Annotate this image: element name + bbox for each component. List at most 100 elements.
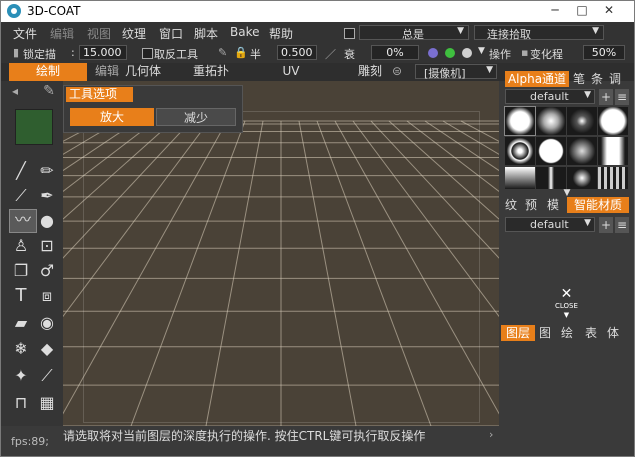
operation-label[interactable]: 操作: [489, 46, 511, 62]
layer-dropdown[interactable]: 总是 ▼: [359, 25, 469, 41]
tab-uv[interactable]: UV: [273, 63, 309, 81]
tab-texture[interactable]: 纹: [503, 197, 519, 213]
menu-help[interactable]: 帮助: [269, 25, 293, 42]
maximize-button[interactable]: □: [571, 3, 593, 19]
alpha-brush-thumbnail[interactable]: [505, 137, 535, 165]
chevron-down-icon[interactable]: ▼: [478, 46, 485, 56]
variation-value-input[interactable]: 50%: [583, 45, 625, 60]
close-button[interactable]: ✕: [598, 3, 620, 19]
chevron-down-icon: ▼: [584, 90, 591, 100]
eraser-tool-icon[interactable]: ▰: [11, 313, 31, 333]
gloss-sphere-icon[interactable]: [462, 48, 472, 58]
collapse-left-icon[interactable]: ◂: [5, 81, 25, 101]
camera-dropdown[interactable]: [摄像机] ▼: [415, 64, 497, 80]
alpha-preset-dropdown[interactable]: default ▼: [505, 89, 595, 104]
menu-script[interactable]: 脚本: [194, 25, 218, 42]
alpha-brush-thumbnail[interactable]: [505, 167, 535, 189]
close-label: CLOSE: [555, 302, 578, 310]
eye-icon[interactable]: ◉: [37, 313, 57, 333]
tab-sculpt[interactable]: 雕刻: [353, 63, 387, 81]
menu-texture[interactable]: 纹理: [122, 25, 146, 42]
tab-alpha[interactable]: Alpha通道: [505, 71, 569, 87]
alpha-brush-thumbnail[interactable]: [536, 107, 566, 135]
menu-edit[interactable]: 编辑: [50, 25, 74, 42]
color-sphere-icon[interactable]: [445, 48, 455, 58]
material-sphere-icon[interactable]: [428, 48, 438, 58]
render-icon[interactable]: ⊜: [389, 63, 405, 81]
tab-layers[interactable]: 图层: [501, 325, 535, 341]
scroll-right-icon[interactable]: ›: [489, 428, 493, 441]
tab-stroke[interactable]: 笔: [571, 71, 587, 87]
alpha-brush-thumbnail[interactable]: [567, 107, 597, 135]
menu-window[interactable]: 窗口: [159, 25, 183, 42]
pen-pressure-icon[interactable]: ✎: [218, 46, 227, 59]
curve-tool-icon[interactable]: ♂: [37, 261, 57, 281]
material-menu-icon[interactable]: ≡: [615, 217, 629, 233]
menu-file[interactable]: 文件: [13, 25, 37, 42]
add-material-icon[interactable]: +: [599, 217, 613, 233]
tab-preset[interactable]: 预: [523, 197, 539, 213]
status-bar: fps:89; 请选取将对当前图层的深度执行的操作. 按住CTRL键可执行取反操…: [1, 426, 634, 456]
radius-value-input[interactable]: 0.500: [277, 45, 317, 60]
invert-tool-checkbox[interactable]: [142, 48, 153, 59]
tool-settings-bar: ▮ 锁定描 : 15.000 取反工具 ✎ 🔒 半 0.500 ／ 衰 0% ▼…: [1, 43, 634, 63]
alpha-brush-thumbnail[interactable]: [536, 137, 566, 165]
fix-value-input[interactable]: 15.000: [79, 45, 127, 60]
depth-value-input[interactable]: 0%: [371, 45, 419, 60]
pick-mode-dropdown[interactable]: 连接拾取 ▼: [474, 25, 604, 41]
brush-tool-icon[interactable]: ╱: [11, 161, 31, 181]
tab-volume[interactable]: 体: [605, 325, 621, 341]
alpha-brush-thumbnail[interactable]: [567, 137, 597, 165]
fill-depth-tool-icon[interactable]: 〰: [9, 209, 37, 233]
alpha-brush-thumbnail[interactable]: [598, 167, 628, 189]
tab-surface[interactable]: 表: [583, 325, 599, 341]
menu-bake[interactable]: Bake: [230, 25, 260, 39]
tab-paint[interactable]: 绘制: [9, 63, 87, 81]
minimize-button[interactable]: ─: [544, 3, 566, 19]
variation-arrow-icon[interactable]: ▪: [521, 46, 528, 59]
color-swatch[interactable]: [15, 109, 53, 145]
lock-icon[interactable]: 🔒: [234, 46, 248, 59]
tab-geometry[interactable]: 几何体: [119, 63, 167, 81]
tab-draw[interactable]: 绘: [559, 325, 575, 341]
magic-wand-icon[interactable]: ✦: [11, 366, 31, 386]
alpha-brush-thumbnail[interactable]: [598, 107, 628, 135]
reduce-button[interactable]: 减少: [156, 108, 236, 126]
alpha-menu-icon[interactable]: ≡: [615, 89, 629, 105]
line-tool-icon[interactable]: ✒: [37, 186, 57, 206]
alpha-brush-thumbnail[interactable]: [598, 137, 628, 165]
status-hint: 请选取将对当前图层的深度执行的操作. 按住CTRL键可执行取反操作: [63, 429, 426, 443]
text-tool-icon[interactable]: T: [11, 286, 31, 306]
enlarge-button[interactable]: 放大: [70, 108, 154, 126]
needle-tool-icon[interactable]: ⟋: [37, 366, 57, 386]
tab-image[interactable]: 图: [537, 325, 553, 341]
marquee-tool-icon[interactable]: ⊡: [37, 236, 57, 256]
airbrush-tool-icon[interactable]: ⟋: [11, 186, 31, 206]
tab-adjust[interactable]: 调: [607, 71, 623, 87]
layer-checkbox[interactable]: [344, 28, 355, 39]
tab-strip[interactable]: 条: [589, 71, 605, 87]
add-alpha-icon[interactable]: +: [599, 89, 613, 105]
pencil-tool-icon[interactable]: ✏: [37, 161, 57, 181]
menu-view[interactable]: 视图: [87, 25, 111, 42]
alpha-brush-thumbnail[interactable]: [504, 106, 536, 136]
picker-pen-icon[interactable]: ✎: [39, 81, 59, 101]
tab-model[interactable]: 模: [545, 197, 561, 213]
tab-retopo[interactable]: 重拓扑: [186, 63, 236, 81]
freeze-tool-icon[interactable]: ❄: [11, 339, 31, 359]
stamp-tool-icon[interactable]: ♙: [11, 236, 31, 256]
chevron-down-icon: ▼: [584, 218, 591, 228]
close-panel-button[interactable]: ✕ CLOSE ▼: [555, 287, 578, 319]
alpha-preset-value: default: [530, 90, 569, 103]
smudge-tool-icon[interactable]: ●: [37, 211, 57, 231]
measure-tool-icon[interactable]: ⊓: [11, 393, 31, 413]
copy-tool-icon[interactable]: ❐: [11, 261, 31, 281]
tab-smart-material[interactable]: 智能材质: [567, 197, 629, 213]
transform-tool-icon[interactable]: ⧈: [37, 286, 57, 306]
fill-tool-icon[interactable]: ◆: [37, 339, 57, 359]
tool-options-panel: 工具选项 放大 减少: [63, 85, 243, 133]
chevron-down-icon: ▼: [486, 65, 493, 75]
ruler-tool-icon[interactable]: ▦: [37, 393, 57, 413]
depth-pen-icon[interactable]: ／: [325, 46, 336, 62]
material-preset-dropdown[interactable]: default ▼: [505, 217, 595, 232]
